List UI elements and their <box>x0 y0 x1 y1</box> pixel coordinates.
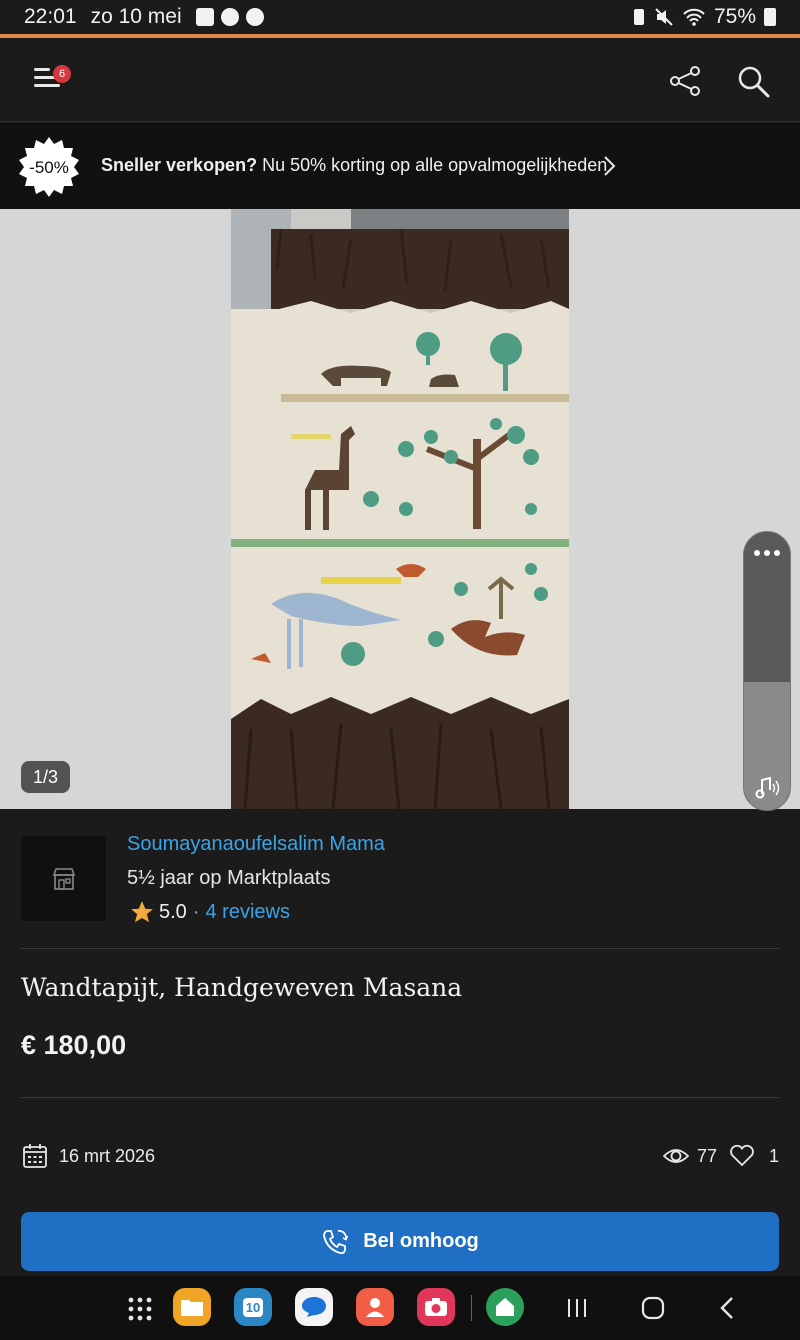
listing-stats: 77 1 <box>662 1144 779 1168</box>
music-note-icon[interactable] <box>754 776 780 800</box>
listing-meta: 16 mrt 2026 77 1 <box>21 1140 779 1172</box>
camera-icon <box>425 1298 447 1316</box>
app-bar: 6 <box>0 38 800 122</box>
seller-membership: 5½ jaar op Marktplaats <box>127 867 331 889</box>
android-navbar: 10 <box>0 1276 800 1340</box>
recents-icon[interactable] <box>566 1297 588 1319</box>
discount-badge-text: -50% <box>29 158 69 177</box>
app-drawer-icon[interactable] <box>127 1296 153 1322</box>
battery-saver-icon <box>633 9 644 25</box>
listing-title: Wandtapijt, Handgeweven Masana <box>21 973 463 1002</box>
bel-omhoog-button[interactable]: Bel omhoog <box>21 1212 779 1271</box>
chevron-right-icon <box>604 156 616 176</box>
back-icon[interactable] <box>718 1296 738 1320</box>
calendar-app-icon[interactable]: 10 <box>234 1288 272 1326</box>
menu-badge: 6 <box>53 65 71 83</box>
listing-date-group: 16 mrt 2026 <box>21 1142 155 1170</box>
camera-app-icon[interactable] <box>417 1288 455 1326</box>
marktplaats-app-icon[interactable] <box>486 1288 524 1326</box>
battery-icon <box>764 8 776 26</box>
starburst-icon: -50% <box>19 137 79 197</box>
search-icon[interactable] <box>736 64 772 100</box>
calendar-icon <box>23 1144 47 1168</box>
battery-percent: 75% <box>713 5 756 28</box>
mute-icon <box>655 8 673 26</box>
chat-bubble-icon <box>302 1297 326 1317</box>
folder-icon <box>181 1300 203 1316</box>
promo-banner[interactable]: -50% Sneller verkopen? Nu 50% korting op… <box>0 123 800 209</box>
seller-avatar[interactable] <box>21 836 106 921</box>
status-bar: 22:01 zo 10 mei 75% <box>0 0 800 34</box>
home-icon[interactable] <box>640 1295 666 1321</box>
divider <box>21 1097 779 1098</box>
files-app-icon[interactable] <box>173 1288 211 1326</box>
system-icons: 75% <box>632 5 776 29</box>
heart-icon[interactable] <box>729 1144 755 1168</box>
seller-name[interactable]: Soumayanaoufelsalim Mama <box>127 833 385 856</box>
discount-badge: -50% <box>18 136 80 198</box>
listing-price: € 180,00 <box>21 1030 127 1060</box>
seller-rating: 5.0 · 4 reviews <box>129 899 290 925</box>
chrome-notification-icon <box>245 8 264 26</box>
calendar-app-day: 10 <box>242 1297 264 1317</box>
menu-icon-line <box>34 68 50 71</box>
contacts-app-icon[interactable] <box>356 1288 394 1326</box>
share-icon[interactable] <box>668 64 702 98</box>
reviews-link[interactable]: 4 reviews <box>205 901 289 924</box>
wifi-icon <box>683 8 705 26</box>
messages-app-icon[interactable] <box>295 1288 333 1326</box>
status-time: 22:01 <box>24 5 77 28</box>
photo-counter: 1/3 <box>21 761 71 793</box>
edge-panel-handle[interactable] <box>743 531 791 811</box>
notification-icons <box>195 8 264 26</box>
app-notification-icon <box>220 8 239 26</box>
gallery-notification-icon <box>195 8 214 26</box>
status-date: zo 10 mei <box>90 5 182 28</box>
menu-icon-line <box>34 84 60 87</box>
house-icon <box>496 1298 514 1316</box>
divider <box>21 948 779 949</box>
promo-text: Sneller verkopen? Nu 50% korting op alle… <box>101 155 607 176</box>
rating-separator: · <box>192 900 200 923</box>
photo-gallery[interactable]: 1/3 <box>0 209 800 809</box>
bel-omhoog-label: Bel omhoog <box>363 1230 479 1252</box>
listing-date: 16 mrt 2026 <box>59 1145 156 1166</box>
rating-score: 5.0 <box>159 900 187 923</box>
favorite-count: 1 <box>768 1145 779 1166</box>
shop-icon <box>52 867 75 890</box>
star-icon <box>131 901 153 923</box>
promo-body-text: Nu 50% korting op alle opvalmogelijkhede… <box>257 155 608 175</box>
view-count: 77 <box>696 1145 717 1166</box>
phone-refresh-icon <box>323 1229 349 1254</box>
navbar-separator <box>471 1295 472 1321</box>
eye-icon <box>662 1149 689 1163</box>
person-icon <box>366 1298 384 1317</box>
more-options-icon[interactable] <box>754 550 780 556</box>
promo-bold-text: Sneller verkopen? <box>101 155 258 175</box>
seller-section[interactable]: Soumayanaoufelsalim Mama 5½ jaar op Mark… <box>0 809 800 949</box>
listing-photo[interactable] <box>231 209 569 809</box>
